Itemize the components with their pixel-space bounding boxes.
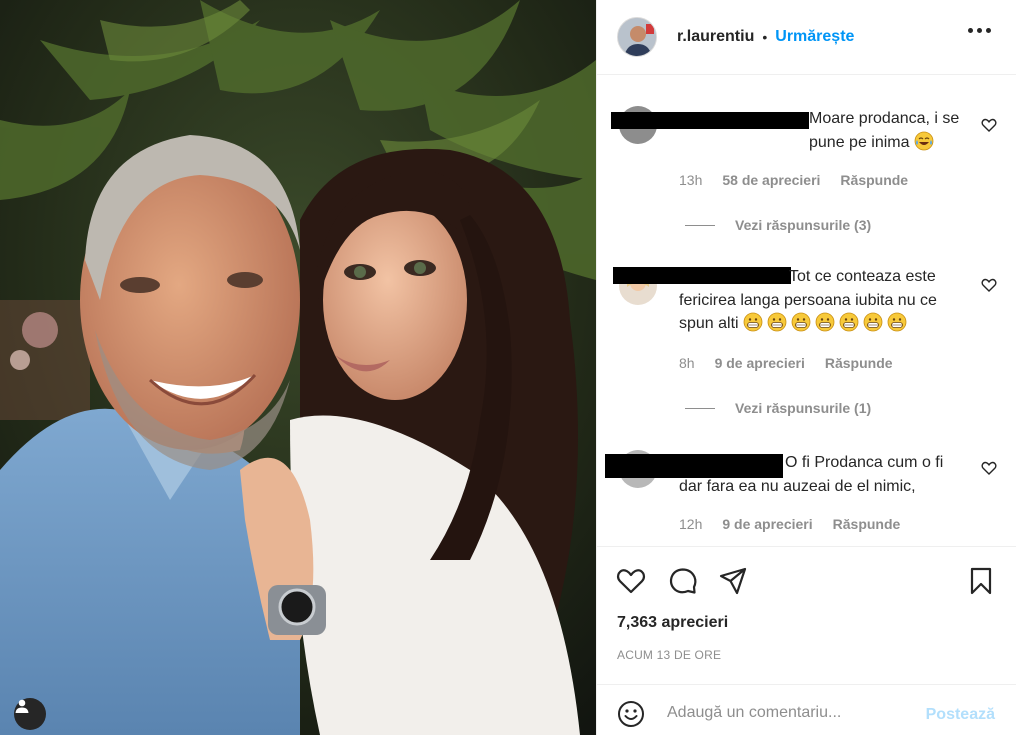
grin-emoji [887,312,907,332]
user-tag-icon [15,699,29,713]
comment-text: O fi Prodanca cum o fi dar fara ea nu au… [679,454,944,495]
tears-of-joy-emoji [914,131,934,150]
reply-button[interactable]: Răspunde [825,355,893,371]
comment-time: 8h [679,355,695,371]
comment-input[interactable] [667,695,917,731]
comment-meta: 8h 9 de aprecieri Răspunde [679,355,913,371]
comment-text: Moare prodanca, i se pune pe inima [809,110,960,151]
comment-composer: Postează [597,684,1016,735]
comment-like-heart-icon[interactable] [981,117,997,133]
post-header: r.laurentiu • Urmărește [597,0,1016,75]
grin-emoji-row [743,312,911,332]
posted-time[interactable]: ACUM 13 DE ORE [617,648,721,662]
comment-likes[interactable]: 58 de aprecieri [722,172,820,188]
header-separator: • [762,29,768,45]
grin-emoji [791,312,811,332]
reply-button[interactable]: Răspunde [833,516,901,532]
post-side-panel: r.laurentiu • Urmărește Moare prodanca, … [596,0,1016,735]
view-replies-button[interactable]: Vezi răspunsurile (3) [685,217,871,233]
comment-time: 13h [679,172,703,188]
comment-bubble-icon[interactable] [667,565,699,597]
grin-emoji [863,312,883,332]
tagged-user-button[interactable] [14,698,46,730]
comment-meta: 12h 9 de aprecieri Răspunde [679,516,920,532]
comment-like-heart-icon[interactable] [981,460,997,476]
grin-emoji [815,312,835,332]
photo-illustration [0,0,596,735]
grin-emoji [743,312,763,332]
paper-plane-icon[interactable] [717,565,749,597]
post-photo [0,0,596,735]
grin-emoji [839,312,859,332]
view-replies-label[interactable]: Vezi răspunsurile (3) [735,217,871,233]
comment-like-heart-icon[interactable] [981,277,997,293]
post-actions-bar [597,546,1016,606]
comment-likes[interactable]: 9 de aprecieri [715,355,805,371]
reply-button[interactable]: Răspunde [840,172,908,188]
comment-text: Tot ce conteaza este fericirea langa per… [679,268,937,332]
more-options-icon[interactable] [968,28,991,33]
post-comment-button[interactable]: Postează [926,706,995,724]
comment-time: 12h [679,516,703,532]
author-username[interactable]: r.laurentiu [677,28,754,46]
follow-button[interactable]: Urmărește [775,28,854,46]
bookmark-icon[interactable] [965,565,997,597]
view-replies-label[interactable]: Vezi răspunsurile (1) [735,400,871,416]
author-avatar[interactable] [617,17,657,57]
grin-emoji [767,312,787,332]
smiley-icon[interactable] [617,700,645,728]
likes-count[interactable]: 7,363 aprecieri [617,614,728,632]
comment-meta: 13h 58 de aprecieri Răspunde [679,172,928,188]
heart-icon[interactable] [615,565,647,597]
comment-likes[interactable]: 9 de aprecieri [722,516,812,532]
comments-list[interactable]: Moare prodanca, i se pune pe inima 13h 5… [597,76,1016,544]
view-replies-button[interactable]: Vezi răspunsurile (1) [685,400,871,416]
